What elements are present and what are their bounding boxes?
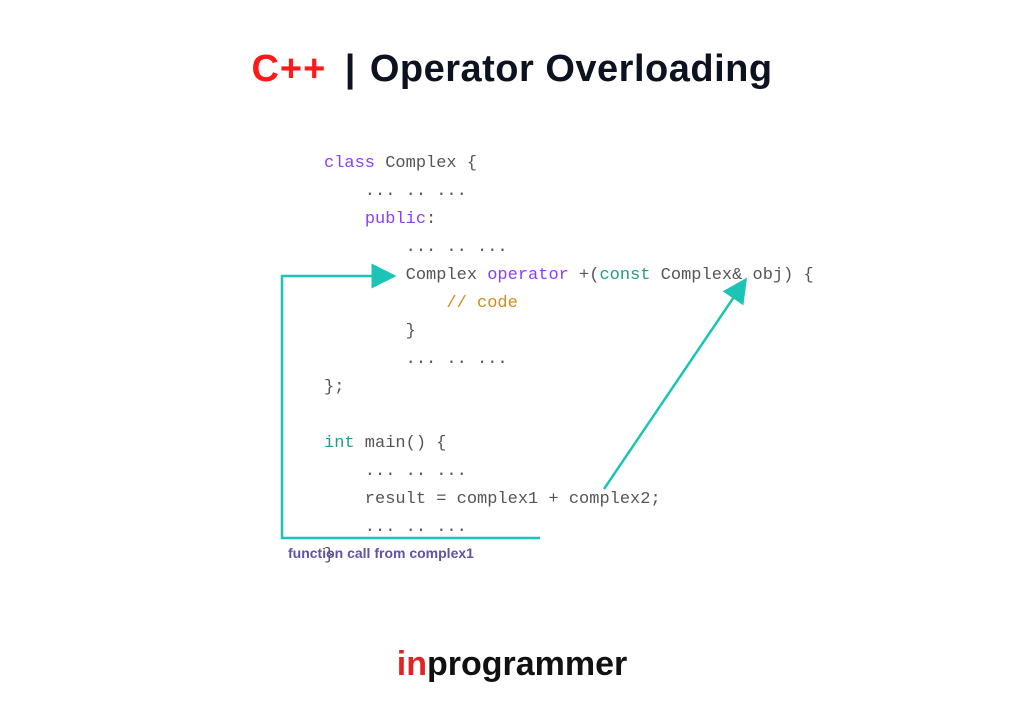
code-snippet: class Complex { ... .. ... public: ... .…	[324, 150, 814, 570]
code-text: Complex& obj) {	[650, 266, 813, 285]
code-text: :	[426, 210, 436, 229]
code-text: ... .. ...	[324, 350, 508, 369]
kw-const: const	[599, 266, 650, 285]
kw-public: public	[365, 210, 426, 229]
kw-operator: operator	[487, 266, 569, 285]
code-text: ... .. ...	[324, 238, 508, 257]
title-topic: Operator Overloading	[370, 48, 773, 90]
kw-class: class	[324, 154, 375, 173]
title-separator: |	[345, 48, 356, 90]
code-text: result = complex1 + complex2;	[324, 490, 661, 509]
kw-int: int	[324, 434, 355, 453]
code-text: Complex	[324, 266, 487, 285]
code-text: ... .. ...	[324, 462, 467, 481]
code-text: }	[324, 322, 416, 341]
logo-prefix: in	[397, 645, 427, 683]
code-text: ... .. ...	[324, 182, 467, 201]
code-text: ... .. ...	[324, 518, 467, 537]
code-text	[324, 294, 446, 313]
code-comment: // code	[446, 294, 517, 313]
page-title: C++ | Operator Overloading	[0, 48, 1024, 91]
code-text: main() {	[355, 434, 447, 453]
logo-rest: programmer	[427, 645, 627, 683]
arrow-caption: function call from complex1	[288, 545, 474, 561]
code-text	[324, 210, 365, 229]
code-text: Complex {	[375, 154, 477, 173]
code-text: };	[324, 378, 344, 397]
title-cpp: C++	[251, 48, 326, 90]
code-text: +(	[569, 266, 600, 285]
footer-logo: inprogrammer	[0, 645, 1024, 684]
